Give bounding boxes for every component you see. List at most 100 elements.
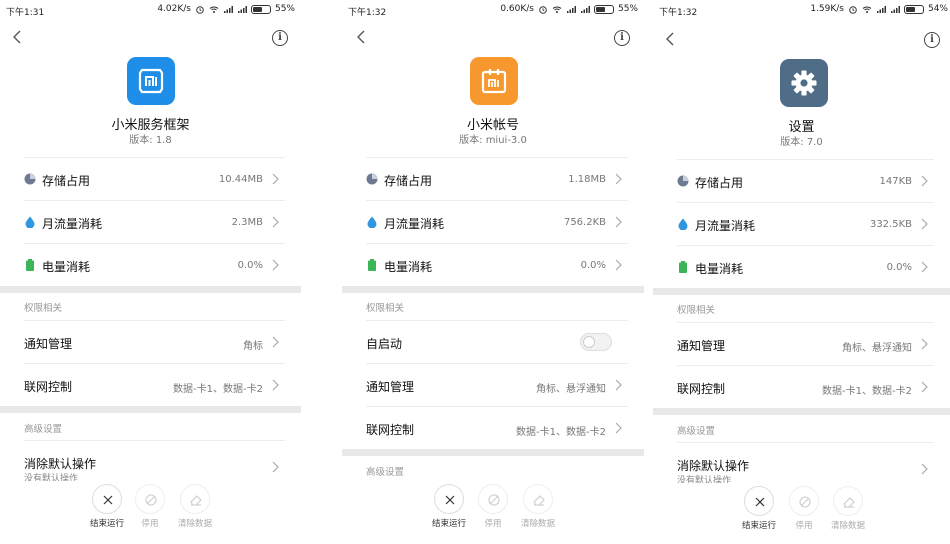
autostart-row[interactable]: 自启动 <box>366 320 628 363</box>
chevron-left-icon <box>357 30 365 44</box>
chevron-right-icon <box>272 336 279 348</box>
app-version: 版本: 7.0 <box>780 137 823 148</box>
alarm-icon <box>848 5 858 14</box>
clear-defaults-row[interactable]: 消除默认操作 没有默认操作 <box>24 440 285 484</box>
back-button[interactable] <box>354 28 370 46</box>
close-icon <box>103 495 113 505</box>
row-label: 存储占用 <box>42 174 91 188</box>
info-button[interactable]: i <box>272 30 288 46</box>
row-label: 联网控制 <box>366 423 415 437</box>
storage-row[interactable]: 存储占用 1.18MB <box>366 157 628 200</box>
section-title-advanced: 高级设置 <box>677 426 716 437</box>
disable-icon <box>145 494 157 506</box>
battery-percent: 55% <box>274 4 295 14</box>
section-title-advanced: 高级设置 <box>24 424 63 435</box>
row-label: 月流量消耗 <box>42 217 103 231</box>
row-label: 月流量消耗 <box>384 217 445 231</box>
row-label: 电量消耗 <box>42 260 91 274</box>
chevron-right-icon <box>921 381 928 393</box>
app-version: 版本: miui-3.0 <box>459 135 527 146</box>
disable-icon <box>488 494 500 506</box>
network-control-row[interactable]: 联网控制 数据-卡1、数据-卡2 <box>24 363 285 406</box>
battery-indicator <box>593 4 614 14</box>
bottom-action-bar: 结束运行 停用 清除数据 <box>653 483 950 544</box>
section-divider <box>342 449 644 456</box>
battery-indicator <box>903 4 924 14</box>
network-control-row[interactable]: 联网控制 数据-卡1、数据-卡2 <box>366 406 628 449</box>
signal-sim1-icon <box>223 5 233 14</box>
network-speed: 4.02K/s <box>157 4 191 14</box>
battery-usage-row[interactable]: 电量消耗 0.0% <box>24 243 285 286</box>
chevron-right-icon <box>921 261 928 273</box>
clear-defaults-row[interactable]: 消除默认操作 没有默认操作 <box>677 442 934 486</box>
back-button[interactable] <box>663 30 679 48</box>
chevron-left-icon <box>13 30 21 44</box>
notification-row[interactable]: 通知管理 角标 <box>24 320 285 363</box>
clear-data-button[interactable]: 清除数据 <box>818 486 878 531</box>
bottom-action-bar: 结束运行 停用 清除数据 <box>0 481 301 544</box>
button-label: 清除数据 <box>177 519 212 529</box>
battery-indicator <box>250 4 271 14</box>
row-label: 通知管理 <box>366 380 415 394</box>
row-label: 电量消耗 <box>384 260 433 274</box>
battery-icon <box>679 261 687 273</box>
section-title-permissions: 权限相关 <box>24 303 63 314</box>
section-divider <box>0 286 301 293</box>
chevron-right-icon <box>615 259 622 271</box>
notification-row[interactable]: 通知管理 角标、悬浮通知 <box>677 322 934 365</box>
section-divider <box>0 406 301 413</box>
network-control-row[interactable]: 联网控制 数据-卡1、数据-卡2 <box>677 365 934 408</box>
row-value: 角标、悬浮通知 <box>842 343 912 354</box>
battery-usage-row[interactable]: 电量消耗 0.0% <box>677 245 934 288</box>
chevron-right-icon <box>272 259 279 271</box>
data-usage-row[interactable]: 月流量消耗 2.3MB <box>24 200 285 243</box>
wifi-icon <box>209 5 219 14</box>
storage-pie-icon <box>24 173 36 185</box>
data-usage-row[interactable]: 月流量消耗 332.5KB <box>677 202 934 245</box>
status-time: 下午1:31 <box>6 8 45 18</box>
row-value: 1.18MB <box>568 174 606 185</box>
data-usage-row[interactable]: 月流量消耗 756.2KB <box>366 200 628 243</box>
app-version: 版本: 1.8 <box>129 135 172 146</box>
chevron-right-icon <box>921 218 928 230</box>
row-value: 147KB <box>879 176 912 187</box>
chevron-right-icon <box>272 216 279 228</box>
button-label: 清除数据 <box>830 521 865 531</box>
storage-pie-icon <box>366 173 378 185</box>
battery-percent: 55% <box>617 4 638 14</box>
storage-row[interactable]: 存储占用 147KB <box>677 159 934 202</box>
section-divider <box>342 286 644 293</box>
row-value: 0.0% <box>580 260 606 271</box>
info-button[interactable]: i <box>614 30 630 46</box>
eraser-icon <box>843 497 855 508</box>
chevron-left-icon <box>666 32 674 46</box>
close-icon <box>445 495 455 505</box>
status-bar: 下午1:32 1.59K/s 54% <box>653 0 950 20</box>
water-drop-icon <box>367 216 377 228</box>
water-drop-icon <box>678 218 688 230</box>
battery-usage-row[interactable]: 电量消耗 0.0% <box>366 243 628 286</box>
section-divider <box>653 288 950 295</box>
clear-data-button[interactable]: 清除数据 <box>508 484 568 529</box>
info-button[interactable]: i <box>924 32 940 48</box>
chevron-right-icon <box>615 173 622 185</box>
row-value: 0.0% <box>237 260 263 271</box>
chevron-right-icon <box>615 422 622 434</box>
row-label: 存储占用 <box>695 176 744 190</box>
bottom-action-bar: 结束运行 停用 清除数据 <box>342 481 644 544</box>
eraser-icon <box>190 495 202 506</box>
signal-sim2-icon <box>890 5 900 14</box>
app-info-panel-account: 下午1:32 0.60K/s 55% i 小米帐号 版本: miui-3.0 存… <box>342 0 644 544</box>
storage-row[interactable]: 存储占用 10.44MB <box>24 157 285 200</box>
alarm-icon <box>195 5 205 14</box>
mi-logo-icon <box>127 57 175 105</box>
notification-row[interactable]: 通知管理 角标、悬浮通知 <box>366 363 628 406</box>
autostart-toggle[interactable] <box>580 333 612 351</box>
status-time: 下午1:32 <box>348 8 387 18</box>
app-info-panel-framework: 下午1:31 4.02K/s 55% i 小米服务框架 版本: 1.8 存储占用… <box>0 0 301 544</box>
chevron-right-icon <box>272 173 279 185</box>
battery-percent: 54% <box>927 4 948 14</box>
back-button[interactable] <box>10 28 26 46</box>
chevron-right-icon <box>615 379 622 391</box>
clear-data-button[interactable]: 清除数据 <box>165 484 225 529</box>
